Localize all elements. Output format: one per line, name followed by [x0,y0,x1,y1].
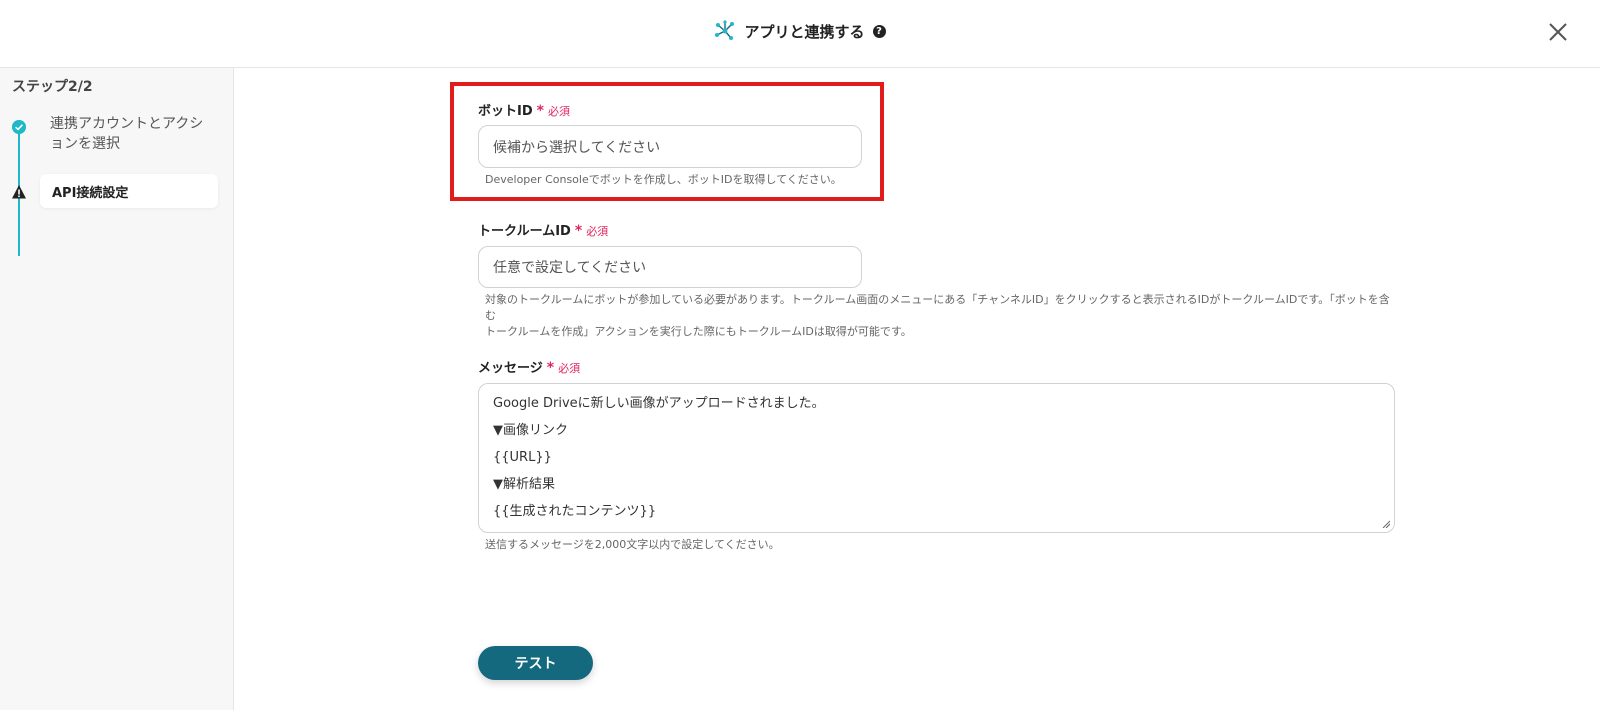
message-line: ▼画像リンク [493,423,568,438]
talk-room-id-hint-line-2: トークルームを作成」アクションを実行した際にもトークルームIDは取得が可能です。 [485,325,912,338]
required-asterisk: * [536,103,544,119]
talk-room-id-hint: 対象のトークルームにボットが参加している必要があります。トークルーム画面のメニュ… [485,292,1390,340]
step-counter: ステップ2/2 [12,79,93,95]
close-icon[interactable] [1546,20,1570,44]
required-asterisk: * [546,360,555,376]
message-line: {{生成されたコンテンツ}} [493,504,657,519]
message-hint: 送信するメッセージを2,000文字以内で設定してください。 [485,538,780,551]
message-line: Google Driveに新しい画像がアップロードされました。 [493,396,825,411]
message-textarea[interactable]: Google Driveに新しい画像がアップロードされました。 ▼画像リンク {… [478,383,1395,533]
warning-icon [12,185,26,199]
talk-room-id-label: トークルームID * 必須 [478,220,608,239]
required-badge: 必須 [558,362,581,375]
modal-header: アプリと連携する ? [0,0,1600,68]
message-line: {{URL}} [493,450,552,465]
talk-room-id-hint-line-1: 対象のトークルームにボットが参加している必要があります。トークルーム画面のメニュ… [485,293,1390,322]
header-title-group: アプリと連携する ? [0,20,1600,42]
required-asterisk: * [574,223,583,239]
test-button[interactable]: テスト [478,646,593,680]
bot-id-hint: Developer Consoleでボットを作成し、ボットIDを取得してください… [485,173,842,186]
message-label: メッセージ * 必須 [478,357,580,376]
message-line: ▼解析結果 [493,477,555,492]
bot-id-placeholder: 候補から選択してください [493,139,661,156]
required-badge: 必須 [547,105,570,118]
check-circle-icon [12,120,26,134]
required-badge: 必須 [586,225,609,238]
talk-room-id-placeholder: 任意で設定してください [493,260,647,276]
page-title: アプリと連携する [744,22,865,41]
talk-room-id-label-text: トークルームID [478,224,571,239]
resize-handle-icon[interactable] [1382,520,1390,528]
bot-id-select[interactable]: 候補から選択してください [478,125,862,168]
bot-id-label: ボットID * 必須 [478,100,570,119]
app-connect-icon [715,20,735,40]
step-2-label: API接続設定 [52,185,129,201]
step-1-label[interactable]: 連携アカウントとアクションを選択 [50,114,210,154]
talk-room-id-input[interactable]: 任意で設定してください [478,246,862,288]
step-2-current[interactable]: API接続設定 [40,174,218,208]
bot-id-label-text: ボットID [478,104,533,119]
step-sidebar: ステップ2/2 連携アカウントとアクションを選択 API接続設定 [0,68,234,710]
message-label-text: メッセージ [478,361,543,376]
question-circle-icon[interactable]: ? [872,24,886,38]
